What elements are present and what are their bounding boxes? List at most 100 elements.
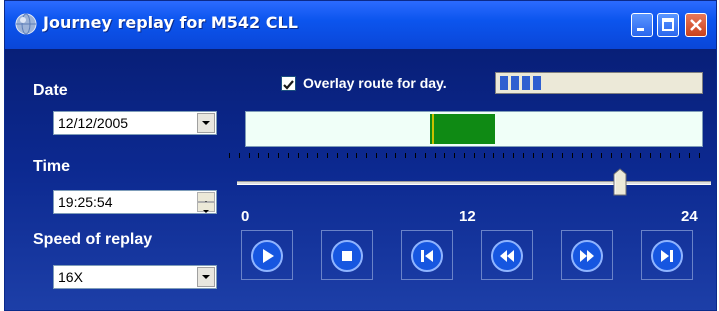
axis-label-start: 0 [241, 208, 250, 225]
route-segment [430, 114, 495, 144]
overlay-route-checkbox[interactable] [281, 76, 296, 91]
slider-tick [699, 153, 700, 158]
slider-tick [307, 153, 309, 158]
time-slider-track[interactable] [237, 181, 711, 185]
slider-tick [297, 153, 299, 158]
time-label: Time [33, 158, 71, 175]
progress-segment [522, 76, 530, 90]
date-label: Date [33, 82, 68, 99]
slider-tick [591, 153, 593, 158]
slider-tick [581, 153, 583, 158]
slider-tick [444, 153, 446, 158]
chevron-down-icon [203, 210, 209, 213]
slider-tick [326, 153, 328, 158]
skip-to-end-button[interactable] [641, 230, 693, 280]
slider-tick [650, 153, 652, 158]
skip-to-start-icon [411, 240, 443, 272]
chevron-down-icon [202, 121, 210, 125]
slider-tick [610, 153, 612, 158]
stop-button[interactable] [321, 230, 373, 280]
slider-tick [317, 153, 319, 158]
progress-segment [500, 76, 508, 90]
date-dropdown-button[interactable] [197, 113, 215, 133]
slider-tick [464, 153, 465, 158]
slider-tick [238, 153, 240, 158]
rewind-icon [491, 240, 523, 272]
slider-tick [571, 153, 573, 158]
axis-label-mid: 12 [459, 208, 476, 225]
maximize-button[interactable] [657, 13, 679, 37]
overlay-progress-bar [495, 72, 703, 94]
rewind-button[interactable] [481, 230, 533, 280]
slider-tick [561, 153, 563, 158]
skip-to-end-icon [651, 240, 683, 272]
slider-tick [679, 153, 681, 158]
slider-tick [503, 153, 505, 158]
window-title: Journey replay for M542 CLL [43, 13, 298, 32]
stop-icon [331, 240, 363, 272]
slider-tick [277, 153, 279, 158]
slider-tick [415, 153, 417, 158]
slider-tick [669, 153, 671, 158]
slider-tick [424, 153, 426, 158]
checkmark-icon [283, 80, 294, 90]
slider-tick [336, 153, 338, 158]
time-spinner[interactable]: 19:25:54 [53, 190, 217, 214]
slider-tick [532, 153, 534, 158]
slider-tick [229, 153, 230, 158]
date-value: 12/12/2005 [58, 115, 129, 131]
chevron-down-icon [202, 275, 210, 279]
globe-icon [15, 13, 37, 35]
slider-tick [640, 153, 642, 158]
slider-tick [542, 153, 544, 158]
play-icon [251, 240, 283, 272]
time-increment-button[interactable] [197, 192, 215, 204]
progress-segment [533, 76, 541, 90]
fast-forward-button[interactable] [561, 230, 613, 280]
slider-tick [366, 153, 368, 158]
slider-tick [395, 153, 397, 158]
slider-tick [689, 153, 691, 158]
play-button[interactable] [241, 230, 293, 280]
slider-tick [659, 153, 661, 158]
slider-ticks [229, 153, 705, 173]
time-slider-thumb[interactable] [613, 168, 627, 196]
axis-label-end: 24 [681, 208, 698, 225]
speed-dropdown-button[interactable] [197, 267, 215, 287]
maximize-icon [662, 18, 674, 31]
time-decrement-button[interactable] [197, 202, 215, 213]
slider-tick [473, 153, 475, 158]
title-bar[interactable]: Journey replay for M542 CLL [5, 1, 716, 49]
skip-to-start-button[interactable] [401, 230, 453, 280]
slider-tick [375, 153, 377, 158]
close-icon [690, 19, 702, 31]
slider-tick [287, 153, 289, 158]
route-marker [432, 114, 435, 144]
slider-tick [483, 153, 485, 158]
journey-replay-window: Journey replay for M542 CLL Date 12/12/2… [4, 0, 717, 311]
progress-segment [511, 76, 519, 90]
slider-tick [268, 153, 270, 158]
minimize-button[interactable] [631, 13, 653, 37]
slider-tick [522, 153, 524, 158]
overlay-route-label[interactable]: Overlay route for day. [303, 75, 447, 91]
slider-tick [258, 153, 260, 158]
speed-value: 16X [58, 269, 83, 285]
slider-tick [356, 153, 358, 158]
minimize-icon [637, 28, 644, 31]
speed-label: Speed of replay [33, 231, 153, 248]
replay-panel: Date 12/12/2005 Time 19:25:54 Speed of r… [5, 49, 716, 310]
slider-tick [620, 153, 622, 158]
slider-tick [385, 153, 387, 158]
date-dropdown[interactable]: 12/12/2005 [53, 111, 217, 135]
slider-tick [248, 153, 250, 158]
slider-tick [552, 153, 554, 158]
close-button[interactable] [685, 13, 707, 37]
route-timeline [245, 111, 703, 147]
speed-dropdown[interactable]: 16X [53, 265, 217, 289]
slider-tick [630, 153, 632, 158]
slider-tick [454, 153, 456, 158]
slider-tick [601, 153, 603, 158]
slider-tick [512, 153, 514, 158]
slider-tick [346, 153, 348, 158]
